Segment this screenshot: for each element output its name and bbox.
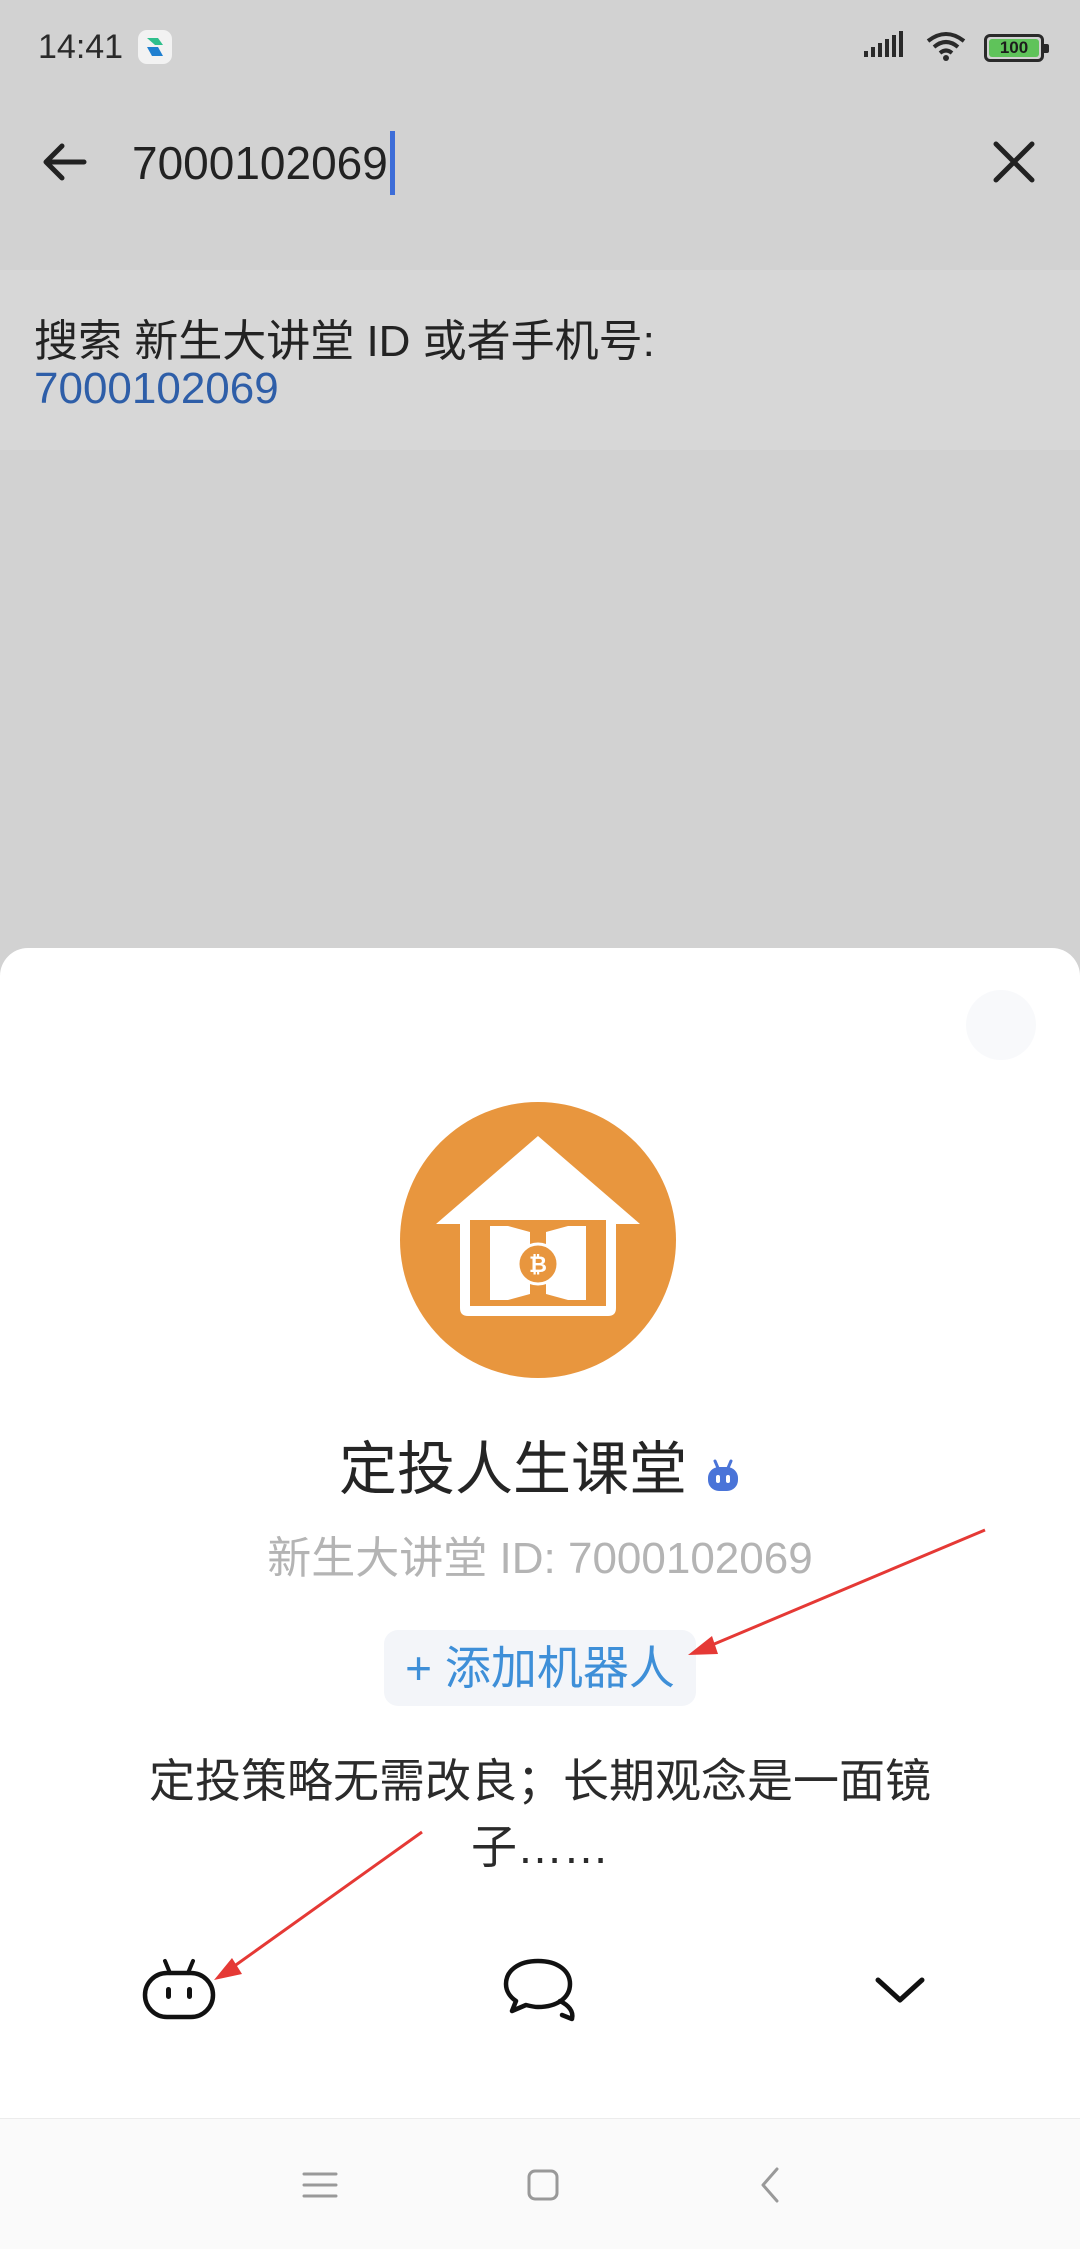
nav-home-button[interactable] bbox=[518, 2160, 568, 2210]
add-bot-button[interactable]: + 添加机器人 bbox=[384, 1630, 696, 1706]
bot-id-line: 新生大讲堂 ID: 7000102069 bbox=[267, 1534, 813, 1583]
battery-tip bbox=[1044, 44, 1049, 53]
search-input[interactable]: 7000102069 bbox=[132, 128, 395, 198]
clear-search-button[interactable] bbox=[986, 134, 1042, 190]
back-button[interactable] bbox=[36, 132, 96, 192]
status-right-group: 100 bbox=[864, 28, 1049, 68]
sheet-close-button[interactable] bbox=[966, 990, 1036, 1060]
search-result-label: 搜索 新生大讲堂 ID 或者手机号: bbox=[34, 317, 655, 366]
bot-avatar: ₿ bbox=[400, 1102, 676, 1378]
nav-menu-button[interactable] bbox=[295, 2160, 345, 2210]
chat-action-button[interactable] bbox=[495, 1950, 585, 2030]
bot-action-button[interactable] bbox=[134, 1950, 224, 2030]
bot-description: 定投策略无需改良；长期观念是一面镜子…… bbox=[149, 1755, 931, 1873]
chat-icon bbox=[503, 1958, 575, 2022]
svg-text:₿: ₿ bbox=[529, 1253, 547, 1278]
nav-back-button[interactable] bbox=[745, 2160, 795, 2210]
chevron-down-icon bbox=[875, 1977, 925, 2003]
search-result-id[interactable]: 7000102069 bbox=[34, 364, 279, 414]
status-bar: 14:41 100 bbox=[0, 0, 1080, 100]
app-notification-icon bbox=[138, 30, 172, 64]
signal-icon bbox=[864, 30, 908, 66]
more-action-button[interactable] bbox=[855, 1950, 945, 2030]
battery-icon: 100 bbox=[984, 34, 1049, 62]
text-caret bbox=[389, 131, 395, 195]
close-icon bbox=[993, 141, 1035, 183]
robot-icon bbox=[142, 1959, 216, 2020]
wifi-icon bbox=[926, 31, 966, 66]
battery-label: 100 bbox=[999, 38, 1029, 57]
house-bitcoin-logo: ₿ bbox=[436, 1136, 640, 1316]
menu-icon bbox=[302, 2172, 338, 2198]
bot-name-row: 定投人生课堂 bbox=[0, 1422, 1080, 1507]
home-icon bbox=[527, 2169, 559, 2201]
bot-name: 定投人生课堂 bbox=[338, 1437, 687, 1502]
arrow-left-icon bbox=[43, 143, 87, 181]
back-icon bbox=[761, 2167, 779, 2203]
bot-badge-icon bbox=[705, 1440, 741, 1507]
status-time: 14:41 bbox=[38, 28, 124, 66]
search-query: 7000102069 bbox=[132, 137, 388, 189]
